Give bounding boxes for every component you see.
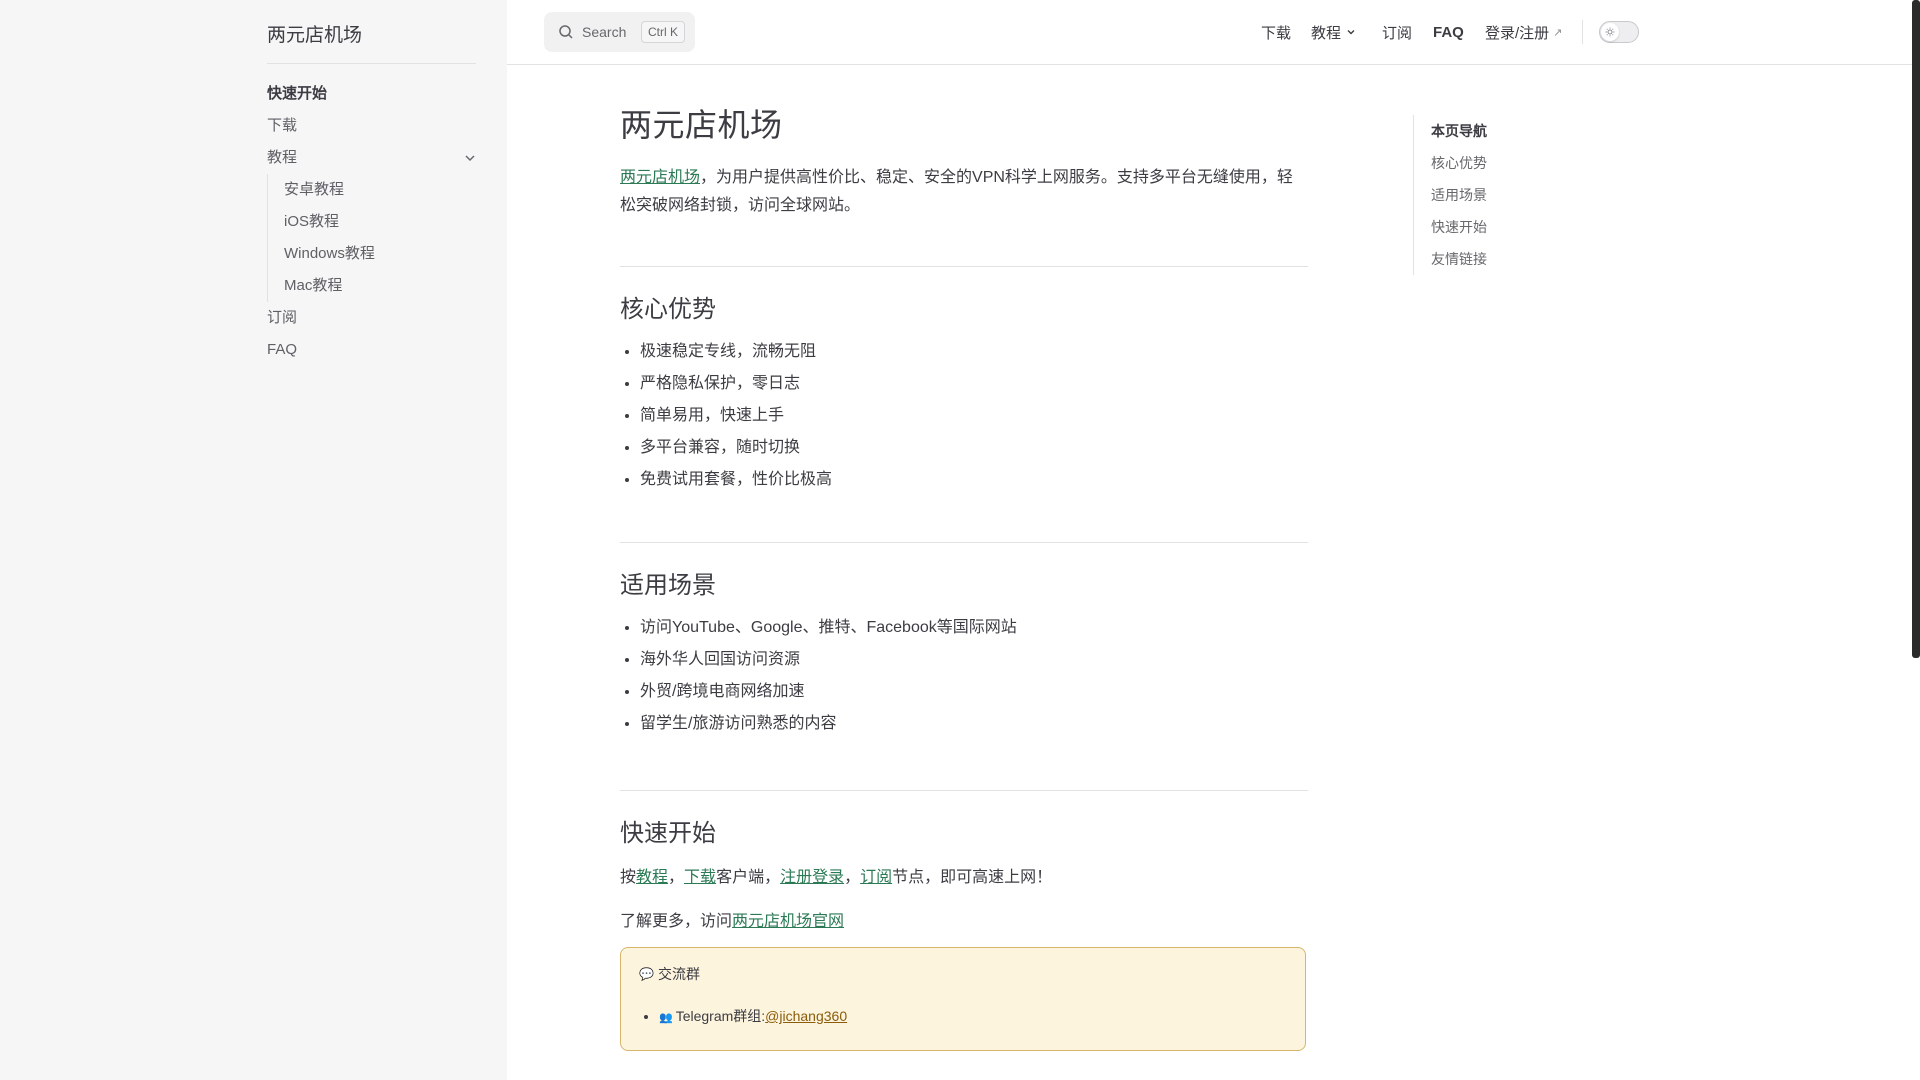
sidebar-item-ios[interactable]: iOS教程 (284, 206, 477, 238)
theme-toggle[interactable] (1599, 21, 1639, 43)
community-callout: 💬 交流群 👥Telegram群组:@jichang360 (620, 947, 1306, 1051)
qs-text: ， (844, 869, 861, 886)
qs-text: 按 (620, 869, 637, 886)
list-item: 简单易用，快速上手 (640, 400, 1308, 432)
page-outline: 本页导航 核心优势 适用场景 快速开始 友情链接 (1413, 115, 1487, 275)
register-link[interactable]: 注册登录 (780, 869, 844, 886)
outline-item-quickstart[interactable]: 快速开始 (1431, 211, 1487, 243)
speech-bubble-icon: 💬 (639, 967, 654, 981)
heading-advantages: 核心优势 (620, 296, 716, 323)
section-divider (620, 790, 1308, 791)
sidebar-item-faq[interactable]: FAQ (267, 334, 477, 366)
more-paragraph: 了解更多，访问两元店机场官网 (620, 908, 1308, 936)
sidebar-tutorial-submenu: 安卓教程 iOS教程 Windows教程 Mac教程 (267, 174, 477, 302)
nav-login[interactable]: 登录/注册 ↗ (1485, 0, 1562, 64)
main-content: 两元店机场 两元店机场，为用户提供高性价比、稳定、安全的VPN科学上网服务。支持… (620, 100, 1308, 936)
sidebar-nav: 快速开始 下载 教程 安卓教程 iOS教程 Windows教程 Mac教程 订阅… (267, 78, 477, 366)
list-item: 海外华人回国访问资源 (640, 644, 1308, 676)
advantages-list: 极速稳定专线，流畅无阻 严格隐私保护，零日志 简单易用，快速上手 多平台兼容，随… (620, 336, 1308, 496)
telegram-label: Telegram群组: (675, 1008, 766, 1024)
nav-faq[interactable]: FAQ (1433, 0, 1464, 64)
sidebar-item-label: 教程 (267, 149, 298, 166)
sidebar: 两元店机场 快速开始 下载 教程 安卓教程 iOS教程 Windows教程 Ma… (0, 0, 507, 1080)
search-shortcut: Ctrl K (641, 21, 685, 43)
sidebar-divider (267, 63, 476, 64)
sidebar-item-quickstart[interactable]: 快速开始 (267, 78, 477, 110)
list-item: 严格隐私保护，零日志 (640, 368, 1308, 400)
list-item: 免费试用套餐，性价比极高 (640, 464, 1308, 496)
search-icon (559, 25, 573, 39)
qs-text: 客户端， (716, 869, 781, 886)
section-divider (620, 266, 1308, 267)
outline-item-links[interactable]: 友情链接 (1431, 243, 1487, 275)
intro-link[interactable]: 两元店机场 (620, 169, 700, 186)
group-icon: 👥 (659, 1012, 673, 1024)
callout-title: 💬 交流群 (639, 964, 700, 984)
nav-download[interactable]: 下载 (1261, 0, 1291, 64)
nav-download-label: 下载 (1261, 24, 1292, 42)
section-divider (620, 542, 1308, 543)
search-button[interactable]: Search Ctrl K (544, 12, 695, 52)
telegram-link[interactable]: @jichang360 (765, 1008, 847, 1024)
sidebar-item-subscribe[interactable]: 订阅 (267, 302, 477, 334)
nav-subscribe[interactable]: 订阅 (1382, 0, 1412, 64)
chevron-down-icon (1347, 30, 1355, 35)
quickstart-paragraph: 按教程，下载客户端，注册登录，订阅节点，即可高速上网！ (620, 864, 1308, 892)
top-navbar (507, 0, 1920, 65)
callout-list: 👥Telegram群组:@jichang360 (641, 1004, 847, 1028)
more-text: 了解更多，访问 (620, 913, 733, 930)
heading-scenarios: 适用场景 (620, 572, 716, 599)
intro-paragraph: 两元店机场，为用户提供高性价比、稳定、安全的VPN科学上网服务。支持多平台无缝使… (620, 164, 1308, 220)
chevron-down-icon[interactable] (465, 153, 475, 163)
search-label: Search (582, 24, 627, 40)
sidebar-item-android[interactable]: 安卓教程 (284, 174, 477, 206)
list-item: 极速稳定专线，流畅无阻 (640, 336, 1308, 368)
download-link[interactable]: 下载 (684, 869, 716, 886)
nav-faq-label: FAQ (1433, 23, 1464, 41)
intro-text: ，为用户提供高性价比、稳定、安全的VPN科学上网服务。支持多平台无缝使用，轻松突… (620, 169, 1293, 214)
outline-title: 本页导航 (1431, 123, 1487, 139)
sun-icon (1601, 23, 1619, 41)
list-item: 多平台兼容，随时切换 (640, 432, 1308, 464)
tutorial-link[interactable]: 教程 (636, 869, 668, 886)
nav-subscribe-label: 订阅 (1382, 24, 1413, 42)
sidebar-item-windows[interactable]: Windows教程 (284, 238, 477, 270)
qs-text: 节点，即可高速上网！ (892, 869, 1053, 886)
list-item: 👥Telegram群组:@jichang360 (659, 1004, 847, 1028)
list-item: 访问YouTube、Google、推特、Facebook等国际网站 (640, 612, 1308, 644)
subscribe-link[interactable]: 订阅 (860, 869, 892, 886)
nav-tutorial-label: 教程 (1311, 24, 1342, 42)
list-item: 外贸/跨境电商网络加速 (640, 676, 1308, 708)
page-title: 两元店机场 (620, 107, 783, 143)
sidebar-item-mac[interactable]: Mac教程 (284, 270, 477, 302)
sidebar-item-tutorial[interactable]: 教程 (267, 142, 477, 174)
sidebar-item-download[interactable]: 下载 (267, 110, 477, 142)
outline-item-scenarios[interactable]: 适用场景 (1431, 179, 1487, 211)
nav-login-label: 登录/注册 (1485, 24, 1550, 42)
scenarios-list: 访问YouTube、Google、推特、Facebook等国际网站 海外华人回国… (620, 612, 1308, 740)
qs-text: ， (668, 869, 685, 886)
official-site-link[interactable]: 两元店机场官网 (732, 913, 844, 930)
site-title[interactable]: 两元店机场 (267, 20, 362, 47)
external-link-icon: ↗ (1553, 26, 1563, 39)
callout-title-text: 交流群 (657, 966, 700, 982)
nav-tutorial[interactable]: 教程 (1311, 0, 1356, 64)
nav-divider (1582, 20, 1583, 44)
outline-item-advantages[interactable]: 核心优势 (1431, 147, 1487, 179)
heading-quickstart: 快速开始 (620, 820, 716, 847)
list-item: 留学生/旅游访问熟悉的内容 (640, 708, 1308, 740)
scrollbar[interactable] (1912, 0, 1920, 658)
